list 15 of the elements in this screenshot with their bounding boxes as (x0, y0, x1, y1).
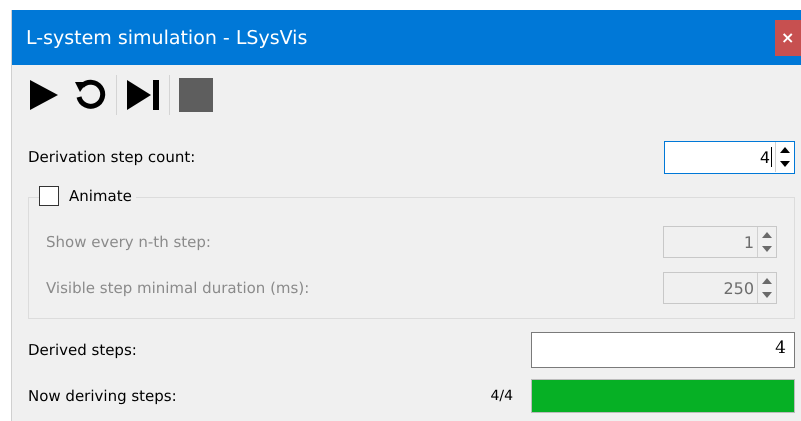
checkbox-label: Animate (69, 187, 132, 205)
stop-icon (178, 77, 214, 113)
play-icon (28, 79, 60, 111)
field-label: Visible step minimal duration (ms): (46, 279, 310, 297)
derived-steps-field: 4 (531, 332, 795, 368)
progress-reading: 4/4 (490, 388, 513, 404)
close-button[interactable]: × (775, 20, 801, 56)
step-count-spinbox[interactable]: 4 (664, 140, 795, 174)
step-forward-icon (125, 77, 161, 113)
field-label: Show every n-th step: (46, 233, 211, 251)
field-label: Derivation step count: (28, 148, 196, 166)
animate-checkbox[interactable] (39, 186, 59, 206)
field-label: Now deriving steps: (28, 387, 178, 405)
field-label: Derived steps: (28, 341, 137, 359)
window-title: L-system simulation - LSysVis (26, 26, 308, 48)
